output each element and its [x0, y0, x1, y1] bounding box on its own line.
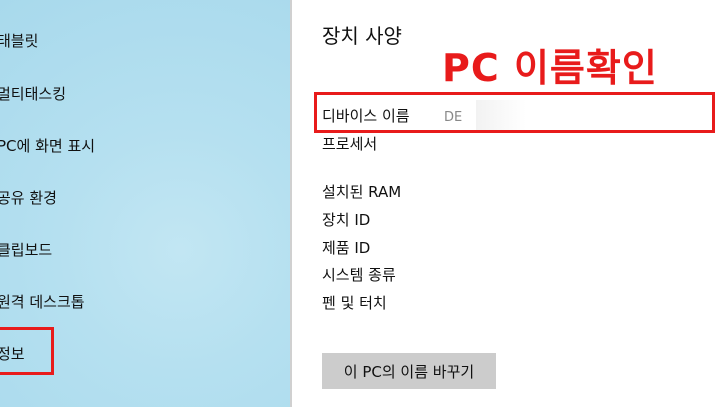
device-name-highlight-box [314, 92, 715, 133]
sidebar-item-project-to-pc[interactable]: PC에 화면 표시 [0, 135, 95, 156]
annotation-label: PC 이름확인 [442, 46, 658, 90]
device-id-label: 장치 ID [322, 211, 371, 229]
about-highlight-box [0, 327, 54, 375]
sidebar-item-multitasking[interactable]: 멀티태스킹 [0, 83, 66, 104]
pen-touch-label: 펜 및 터치 [322, 294, 387, 312]
installed-ram-label: 설치된 RAM [322, 183, 402, 201]
sidebar-item-shared-experiences[interactable]: 공유 환경 [0, 187, 57, 208]
sidebar-item-remote-desktop[interactable]: 원격 데스크톱 [0, 291, 85, 312]
main-panel: 장치 사양 PC 이름확인 디바이스 이름 DE 프로세서 설치된 RAM 장치… [294, 0, 720, 407]
product-id-label: 제품 ID [322, 239, 371, 257]
sidebar-item-tablet[interactable]: 태블릿 [0, 30, 38, 51]
section-title: 장치 사양 [322, 24, 402, 48]
sidebar-item-clipboard[interactable]: 클립보드 [0, 239, 52, 260]
settings-sidebar: 태블릿 멀티태스킹 PC에 화면 표시 공유 환경 클립보드 원격 데스크톱 정… [0, 0, 292, 407]
system-type-label: 시스템 종류 [322, 266, 396, 284]
rename-pc-button[interactable]: 이 PC의 이름 바꾸기 [322, 353, 496, 389]
processor-label: 프로세서 [322, 135, 378, 153]
